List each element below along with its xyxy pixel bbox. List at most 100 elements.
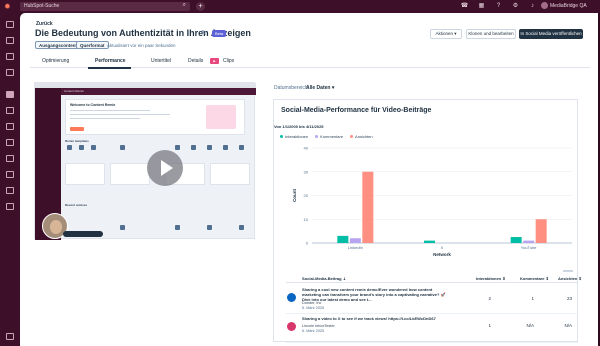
video-template-icon	[120, 145, 125, 150]
legend-item[interactable]: Ansichten	[350, 134, 373, 139]
post-avatar-icon	[287, 322, 296, 331]
post-text: Sharing a video to X to see if we track …	[302, 316, 436, 321]
tab-performance[interactable]: Performance	[95, 58, 126, 64]
content-icon[interactable]	[6, 91, 14, 98]
post-text: Sharing a cool new content remix demo!Ev…	[302, 287, 446, 302]
collapse-sidebar-icon[interactable]	[6, 333, 14, 340]
conversations-icon[interactable]	[6, 53, 14, 60]
help-icon[interactable]: ?	[494, 2, 503, 11]
video-template-card	[110, 163, 150, 185]
library-icon[interactable]	[6, 203, 14, 210]
automation-icon[interactable]	[6, 171, 14, 178]
column-header-post[interactable]: Social-Media-Beitrag ⇣	[302, 276, 346, 281]
main-content: Zurück Die Bedeutung von Authentizität i…	[20, 13, 598, 346]
account-menu[interactable]: MediaBridge QA	[550, 3, 587, 9]
post-date: 6. März 2025	[302, 329, 325, 333]
video-section-recent: Recent remixes	[65, 203, 88, 207]
video-template-icon	[191, 145, 196, 150]
bar	[510, 237, 522, 243]
y-tick-label: 30	[304, 169, 309, 174]
tab-optimization[interactable]: Optimierung	[42, 58, 69, 64]
cell-interactions: 2	[488, 296, 491, 301]
bar	[349, 238, 361, 243]
video-template-card	[65, 163, 105, 185]
video-text-line	[70, 118, 140, 119]
video-app-title: Content Remix	[64, 89, 84, 93]
marketing-icon[interactable]	[6, 69, 14, 76]
reporting-icon[interactable]	[6, 187, 14, 194]
legend-swatch	[350, 135, 354, 138]
table-row[interactable]: Sharing a video to X to see if we track …	[286, 315, 578, 343]
bar	[337, 235, 349, 243]
contacts-icon[interactable]	[6, 37, 14, 44]
notifications-bell-icon[interactable]: ♪	[528, 2, 537, 11]
marketplace-icon[interactable]: ▦	[477, 2, 486, 11]
edit-pencil-icon[interactable]: ✎	[201, 29, 207, 37]
clone-and-edit-button[interactable]: Klonen und bearbeiten	[466, 29, 516, 39]
video-template-icon	[175, 145, 180, 150]
phone-icon[interactable]: ☎	[460, 2, 469, 11]
avatar[interactable]	[541, 2, 548, 9]
table-header: Social-Media-Beitrag ⇣ Interaktionen ⇕ K…	[286, 274, 582, 283]
column-header-comments[interactable]: Kommentare ⇕	[520, 276, 549, 281]
y-tick-label: 10	[304, 217, 309, 222]
column-header-interactions[interactable]: Interaktionen ⇕	[476, 276, 506, 281]
bar	[424, 240, 435, 243]
legend-item[interactable]: Interaktionen	[280, 134, 308, 139]
y-tick-label: 40	[304, 146, 309, 151]
settings-gear-icon[interactable]: ⚙	[511, 2, 520, 11]
play-button-icon[interactable]	[147, 150, 183, 186]
create-plus-icon[interactable]: +	[196, 2, 205, 11]
cell-views: 23	[566, 296, 572, 301]
last-updated-text: Aktualisiert vor ein paar Sekunden	[107, 43, 176, 48]
bar-chart: 0 10 20 30 40 LinkedIn X YouTube Network Count	[292, 146, 572, 257]
commerce-icon[interactable]	[6, 123, 14, 130]
bar	[523, 240, 535, 243]
chart-date-range: Von 1/1/2000 bis 4/11/2025	[274, 124, 324, 129]
x-tick-label: YouTube	[521, 245, 537, 250]
video-controls[interactable]	[63, 231, 103, 237]
data-management-icon[interactable]	[6, 155, 14, 162]
tab-subtitles[interactable]: Untertitel	[151, 58, 171, 64]
beta-badge: Beta	[212, 30, 227, 37]
video-template-icon	[91, 145, 96, 150]
search-placeholder: HubSpot-Suche	[24, 3, 60, 9]
hubspot-logo-icon[interactable]: ✹	[4, 2, 13, 11]
x-tick-label: LinkedIn	[348, 245, 363, 250]
global-search-input[interactable]: HubSpot-Suche ⌕	[20, 2, 190, 11]
tab-details[interactable]: Details	[188, 58, 203, 64]
video-illustration	[206, 105, 236, 129]
video-section-templates: Remix templates	[65, 139, 89, 143]
legend-item[interactable]: Kommentare	[315, 134, 343, 139]
video-template-icon	[239, 145, 244, 150]
bookmarks-icon[interactable]	[6, 21, 14, 28]
tab-clips[interactable]: Clips	[223, 58, 234, 64]
cell-comments: 1	[531, 296, 534, 301]
table-row[interactable]: Sharing a cool new content remix demo!Ev…	[286, 286, 578, 314]
panel-scrollbar[interactable]	[563, 270, 573, 272]
service-icon[interactable]	[6, 139, 14, 146]
video-app-header: Content Remix	[61, 88, 256, 95]
column-header-views[interactable]: Ansichten ⇕	[558, 276, 582, 281]
y-tick-label: 0	[306, 241, 309, 246]
x-axis-title: Network	[433, 252, 451, 257]
date-range-dropdown[interactable]: Alle Daten ▾	[306, 85, 334, 91]
date-range-label: Datumsbereich:	[274, 85, 310, 91]
legend-swatch	[280, 135, 283, 138]
video-template-icon	[223, 145, 228, 150]
back-link[interactable]: Zurück	[36, 21, 53, 27]
video-template-icon	[67, 145, 72, 150]
video-player[interactable]: Content Remix Welcome to Content Remix R…	[34, 82, 256, 240]
sales-icon[interactable]	[6, 107, 14, 114]
performance-title: Social-Media-Performance für Video-Beitr…	[281, 107, 432, 114]
video-recent-icon	[175, 225, 180, 230]
publish-social-button[interactable]: In Social Media veröffentlichen	[519, 29, 583, 39]
left-sidebar	[0, 13, 20, 346]
video-template-card	[210, 163, 250, 185]
search-icon: ⌕	[182, 2, 186, 8]
video-welcome-card: Welcome to Content Remix	[65, 99, 245, 135]
bar	[362, 171, 374, 243]
video-template-icon	[207, 145, 212, 150]
post-author: Dunder, Inc	[302, 301, 322, 305]
actions-dropdown-button[interactable]: Aktionen ▾	[430, 29, 462, 39]
